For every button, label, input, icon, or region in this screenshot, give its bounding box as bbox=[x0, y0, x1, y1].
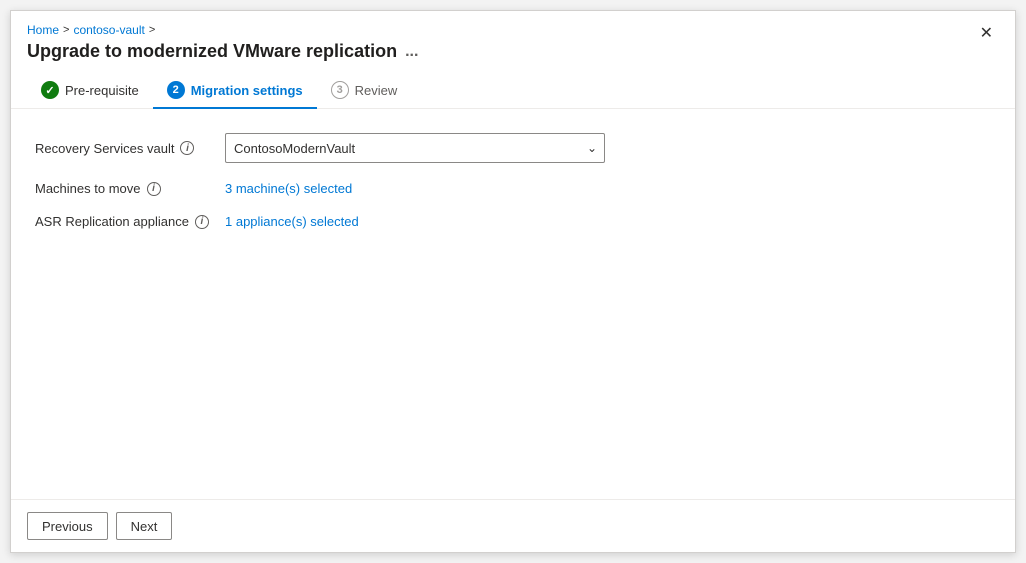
dialog-header: Home > contoso-vault > Upgrade to modern… bbox=[11, 11, 1015, 62]
tab-review[interactable]: 3 Review bbox=[317, 73, 412, 109]
more-options-icon[interactable]: ... bbox=[405, 43, 418, 61]
upgrade-dialog: Home > contoso-vault > Upgrade to modern… bbox=[10, 10, 1016, 553]
tab-prerequisite-label: Pre-requisite bbox=[65, 83, 139, 98]
next-button[interactable]: Next bbox=[116, 512, 173, 540]
tab-review-label: Review bbox=[355, 83, 398, 98]
appliance-link[interactable]: 1 appliance(s) selected bbox=[225, 214, 359, 229]
breadcrumb-vault[interactable]: contoso-vault bbox=[73, 23, 144, 37]
tab-review-icon: 3 bbox=[331, 81, 349, 99]
appliance-label: ASR Replication appliance i bbox=[35, 214, 225, 229]
machines-label: Machines to move i bbox=[35, 181, 225, 196]
appliance-control: 1 appliance(s) selected bbox=[225, 214, 605, 229]
breadcrumb-sep-1: > bbox=[63, 24, 69, 36]
recovery-vault-select[interactable]: ContosoModernVault bbox=[225, 133, 605, 163]
tab-migration-settings-label: Migration settings bbox=[191, 83, 303, 98]
recovery-vault-label: Recovery Services vault i bbox=[35, 141, 225, 156]
dialog-title-text: Upgrade to modernized VMware replication bbox=[27, 41, 397, 62]
dialog-footer: Previous Next bbox=[11, 499, 1015, 552]
machines-control: 3 machine(s) selected bbox=[225, 181, 605, 196]
dialog-title-row: Upgrade to modernized VMware replication… bbox=[27, 41, 418, 62]
recovery-vault-label-text: Recovery Services vault bbox=[35, 141, 174, 156]
machines-info-icon[interactable]: i bbox=[147, 182, 161, 196]
previous-button[interactable]: Previous bbox=[27, 512, 108, 540]
tab-prerequisite[interactable]: ✓ Pre-requisite bbox=[27, 73, 153, 109]
form-row-machines: Machines to move i 3 machine(s) selected bbox=[35, 181, 991, 196]
tab-prerequisite-icon: ✓ bbox=[41, 81, 59, 99]
appliance-info-icon[interactable]: i bbox=[195, 215, 209, 229]
breadcrumb-sep-2: > bbox=[149, 24, 155, 36]
header-left: Home > contoso-vault > Upgrade to modern… bbox=[27, 23, 418, 62]
machines-link[interactable]: 3 machine(s) selected bbox=[225, 181, 352, 196]
dialog-body: Recovery Services vault i ContosoModernV… bbox=[11, 109, 1015, 499]
recovery-vault-control: ContosoModernVault ⌄ bbox=[225, 133, 605, 163]
breadcrumb: Home > contoso-vault > bbox=[27, 23, 418, 37]
machines-label-text: Machines to move bbox=[35, 181, 141, 196]
breadcrumb-home[interactable]: Home bbox=[27, 23, 59, 37]
form-row-appliance: ASR Replication appliance i 1 appliance(… bbox=[35, 214, 991, 229]
recovery-vault-select-wrapper: ContosoModernVault ⌄ bbox=[225, 133, 605, 163]
close-button[interactable]: ✕ bbox=[974, 21, 999, 45]
wizard-tabs: ✓ Pre-requisite 2 Migration settings 3 R… bbox=[11, 62, 1015, 109]
recovery-vault-info-icon[interactable]: i bbox=[180, 141, 194, 155]
appliance-label-text: ASR Replication appliance bbox=[35, 214, 189, 229]
tab-migration-settings-icon: 2 bbox=[167, 81, 185, 99]
form-row-recovery-vault: Recovery Services vault i ContosoModernV… bbox=[35, 133, 991, 163]
tab-migration-settings[interactable]: 2 Migration settings bbox=[153, 73, 317, 109]
